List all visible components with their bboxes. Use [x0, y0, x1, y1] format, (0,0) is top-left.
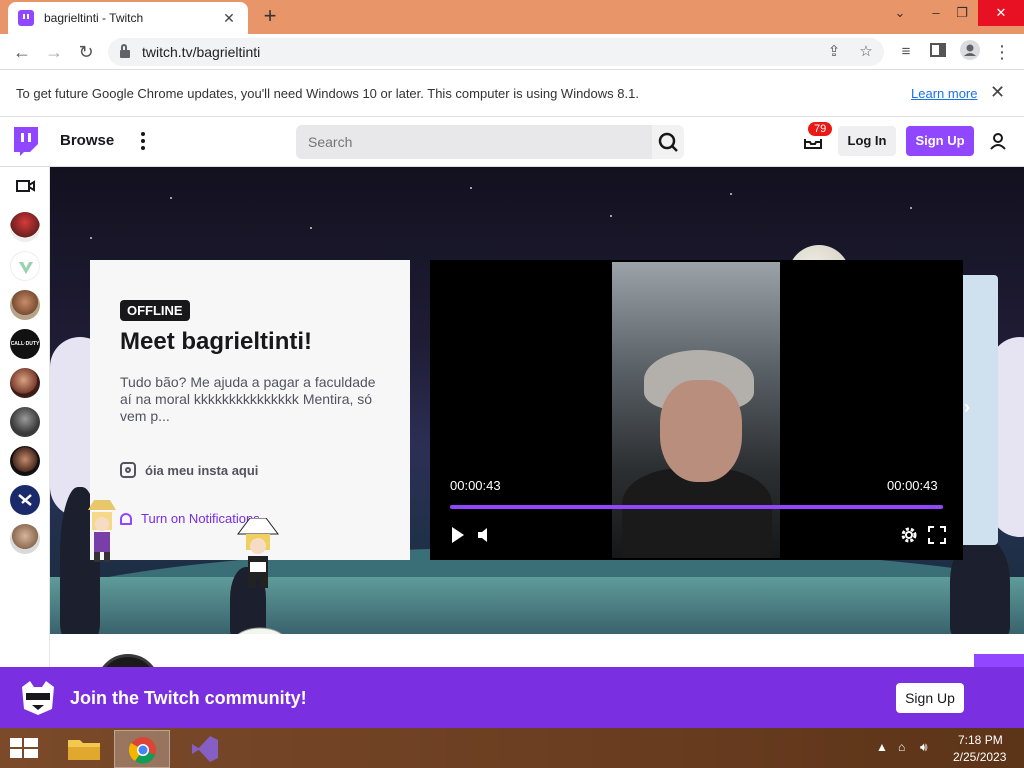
clock-date[interactable]: 2/25/2023	[953, 750, 1006, 764]
pixel-character-sprite	[236, 517, 280, 595]
total-duration: 00:00:43	[887, 478, 938, 493]
network-icon[interactable]: ⌂	[898, 740, 905, 754]
instagram-icon	[120, 462, 136, 478]
browser-tab[interactable]: bagrieltinti - Twitch ✕	[8, 2, 248, 34]
signup-button[interactable]: Sign Up	[906, 126, 974, 156]
channel-avatar[interactable]	[10, 485, 40, 515]
clock-time[interactable]: 7:18 PM	[958, 733, 1003, 747]
chrome-taskbar-icon[interactable]	[114, 730, 170, 768]
update-infobar: To get future Google Chrome updates, you…	[0, 71, 1024, 117]
twitch-favicon-icon	[18, 10, 34, 26]
video-player[interactable]: 00:00:43 00:00:43	[430, 260, 963, 560]
carousel-next-icon[interactable]: ›	[964, 397, 986, 419]
close-window-button[interactable]: ✕	[978, 0, 1024, 26]
tab-title: bagrieltinti - Twitch	[44, 11, 144, 25]
channel-headline: Meet bagrieltinti!	[120, 328, 313, 355]
windows-taskbar: ▲ ⌂ 🔊︎ 7:18 PM 2/25/2023	[0, 728, 1024, 768]
show-hidden-icons-icon[interactable]: ▲	[876, 740, 888, 754]
fullscreen-icon[interactable]	[928, 526, 946, 544]
url-text: twitch.tv/bagrieltinti	[142, 44, 261, 60]
windows-start-icon[interactable]	[10, 738, 38, 760]
settings-gear-icon[interactable]	[899, 525, 919, 545]
instagram-link[interactable]: óia meu insta aqui	[120, 462, 258, 478]
channel-header-area	[50, 634, 974, 718]
community-message: Join the Twitch community!	[70, 688, 307, 708]
channel-avatar[interactable]	[10, 290, 40, 320]
channel-avatar[interactable]	[10, 212, 40, 242]
channel-avatar[interactable]	[10, 524, 40, 554]
browser-toolbar: ← → ↻ twitch.tv/bagrieltinti ⇪ ☆ ≡ ⋮	[0, 34, 1024, 70]
search-field[interactable]	[296, 125, 652, 159]
volume-icon[interactable]	[476, 526, 496, 544]
visual-studio-icon[interactable]	[176, 730, 232, 768]
tab-close-button[interactable]: ✕	[220, 10, 238, 27]
tab-strip: bagrieltinti - Twitch ✕ + ⌄ – ❐ ✕	[0, 0, 1024, 34]
channel-avatar[interactable]	[10, 407, 40, 437]
infobar-close-button[interactable]: ✕	[990, 82, 1005, 103]
channel-avatar[interactable]	[10, 446, 40, 476]
follow-button-edge[interactable]	[974, 654, 1024, 667]
search-input[interactable]	[308, 134, 640, 150]
pixel-character-sprite	[82, 500, 122, 571]
channel-bio: Tudo bão? Me ajuda a pagar a faculdade a…	[120, 374, 376, 424]
hills-graphic	[50, 577, 1024, 634]
volume-tray-icon[interactable]: 🔊︎	[920, 740, 928, 755]
channel-avatar[interactable]	[10, 368, 40, 398]
instagram-link-label: óia meu insta aqui	[145, 462, 259, 478]
address-bar[interactable]: twitch.tv/bagrieltinti ⇪ ☆	[108, 38, 884, 66]
join-community-banner: Join the Twitch community! Sign Up	[0, 667, 1024, 728]
media-control-icon[interactable]: ≡	[894, 40, 918, 64]
maximize-button[interactable]: ❐	[944, 0, 980, 26]
lock-icon	[120, 44, 130, 58]
play-icon[interactable]	[450, 526, 466, 544]
new-tab-button[interactable]: +	[258, 5, 282, 29]
followed-channels-icon[interactable]	[16, 179, 36, 193]
bookmark-star-icon[interactable]: ☆	[856, 42, 876, 62]
twitch-logo-icon[interactable]	[12, 127, 38, 157]
tab-search-button[interactable]: ⌄	[882, 0, 918, 26]
video-frame	[612, 262, 780, 558]
channel-avatar[interactable]	[10, 251, 40, 281]
channel-avatar[interactable]: CALL·DUTY	[10, 329, 40, 359]
reload-icon[interactable]: ↻	[74, 40, 98, 64]
inbox-count-badge: 79	[808, 122, 833, 136]
glitch-mascot-icon	[18, 679, 58, 717]
twitch-top-nav: Browse 79 Log In Sign Up	[0, 117, 1024, 167]
learn-more-link[interactable]: Learn more	[911, 86, 977, 101]
side-panel-icon[interactable]	[926, 40, 950, 64]
share-icon[interactable]: ⇪	[824, 42, 844, 62]
profile-avatar-icon[interactable]	[958, 40, 982, 64]
seek-bar[interactable]	[450, 505, 943, 509]
browse-link[interactable]: Browse	[60, 132, 114, 149]
offline-badge: OFFLINE	[120, 300, 190, 321]
login-button[interactable]: Log In	[838, 126, 896, 156]
user-menu-icon[interactable]	[988, 131, 1008, 151]
back-icon[interactable]: ←	[10, 40, 34, 64]
search-button[interactable]	[652, 125, 684, 159]
chrome-menu-icon[interactable]: ⋮	[990, 40, 1014, 64]
file-explorer-icon[interactable]	[56, 730, 112, 768]
community-signup-button[interactable]: Sign Up	[896, 683, 964, 713]
more-options-icon[interactable]	[136, 129, 150, 153]
side-nav: CALL·DUTY	[0, 167, 50, 667]
infobar-message: To get future Google Chrome updates, you…	[16, 86, 639, 101]
search-icon	[658, 132, 678, 152]
forward-icon[interactable]: →	[42, 40, 66, 64]
elapsed-time: 00:00:43	[450, 478, 501, 493]
offline-info-card: OFFLINE Meet bagrieltinti! Tudo bão? Me …	[90, 260, 410, 560]
